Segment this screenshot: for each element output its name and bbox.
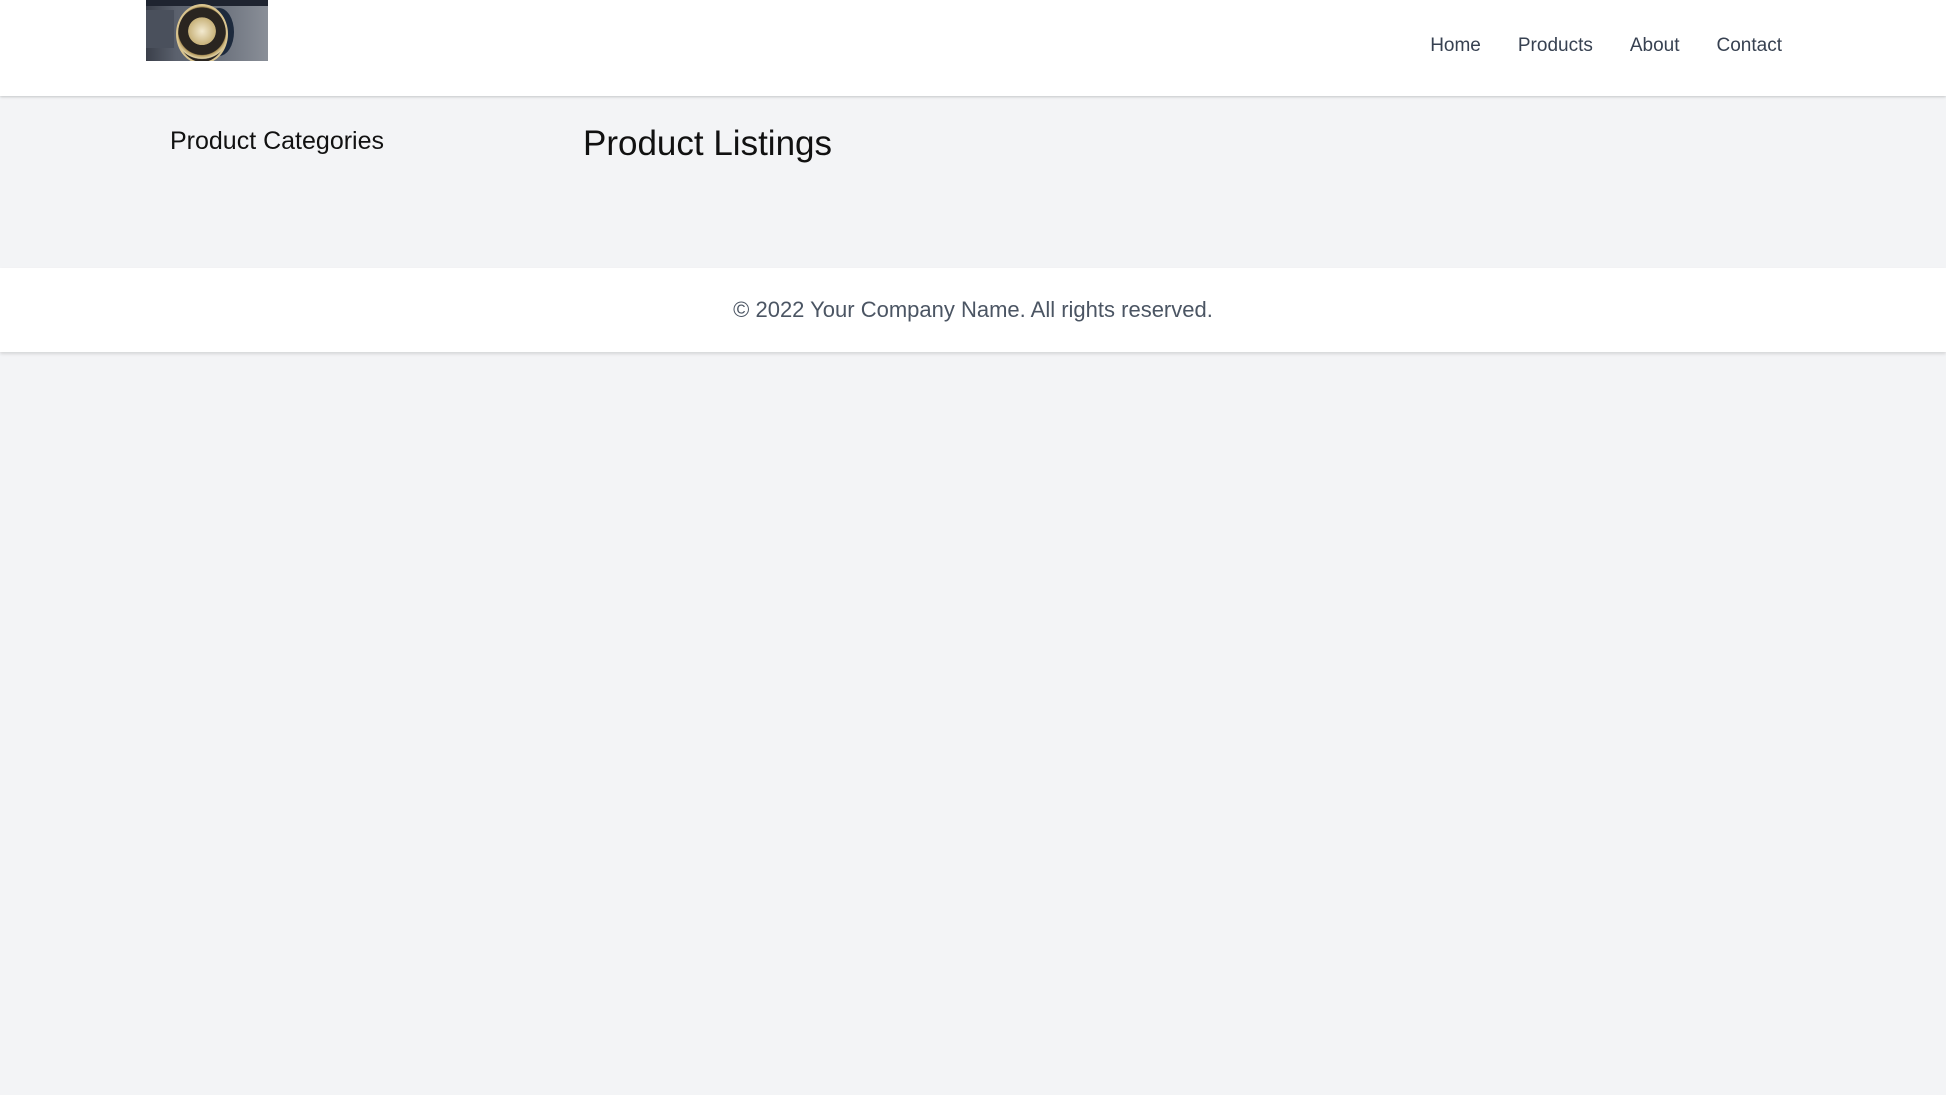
- site-footer: © 2022 Your Company Name. All rights res…: [0, 268, 1946, 352]
- nav-link-contact[interactable]: Contact: [1717, 33, 1782, 59]
- logo[interactable]: [146, 0, 268, 61]
- nav-link-about[interactable]: About: [1630, 33, 1680, 59]
- nav-link-products[interactable]: Products: [1518, 33, 1593, 59]
- sidebar-title: Product Categories: [170, 127, 385, 155]
- page-title: Product Listings: [583, 124, 833, 163]
- nav-link-home[interactable]: Home: [1430, 33, 1481, 59]
- main-nav: Home Products About Contact: [1430, 33, 1782, 59]
- logo-image-detail: [146, 10, 174, 48]
- site-header: Home Products About Contact: [0, 0, 1946, 96]
- copyright-text: © 2022 Your Company Name. All rights res…: [733, 297, 1213, 322]
- logo-emblem: [176, 4, 228, 61]
